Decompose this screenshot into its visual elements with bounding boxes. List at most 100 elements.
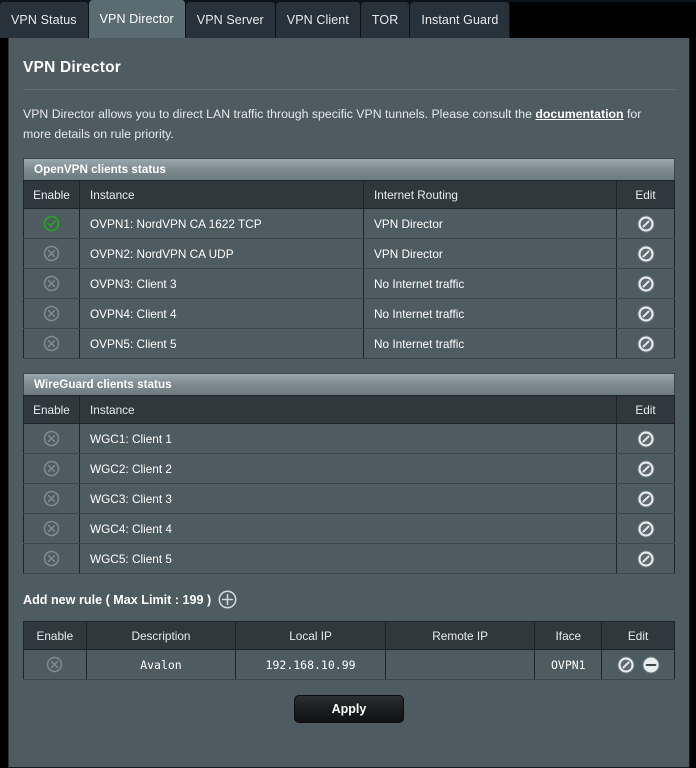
edit-pencil-icon[interactable] <box>617 656 635 674</box>
enable-toggle-cell[interactable] <box>23 483 80 514</box>
tab-label: VPN Client <box>286 13 349 27</box>
edit-pencil-icon[interactable] <box>637 275 655 293</box>
tab-label: VPN Server <box>196 13 264 27</box>
edit-cell[interactable] <box>616 238 675 269</box>
column-header-edit: Edit <box>616 180 675 209</box>
enable-toggle-cell[interactable] <box>23 649 87 680</box>
tab-vpn-client[interactable]: VPN Client <box>275 2 361 38</box>
x-circle-icon[interactable] <box>43 245 60 262</box>
x-circle-icon[interactable] <box>43 460 60 477</box>
plus-circle-icon[interactable] <box>218 590 237 609</box>
column-header-iface: Iface <box>534 621 603 650</box>
iface-cell: OVPN1 <box>534 649 603 680</box>
edit-pencil-icon[interactable] <box>637 490 655 508</box>
table-row: WGC3: Client 3 <box>23 483 675 514</box>
check-circle-icon[interactable] <box>43 215 60 232</box>
x-circle-icon[interactable] <box>46 656 63 673</box>
tab-vpn-director[interactable]: VPN Director <box>88 0 186 38</box>
rules-table-body: Avalon 192.168.10.99 OVPN1 <box>23 649 675 680</box>
edit-cell[interactable] <box>616 453 675 484</box>
openvpn-table-body: OVPN1: NordVPN CA 1622 TCP VPN Director OV… <box>23 208 675 359</box>
table-header-row: Enable Instance Internet Routing Edit <box>23 180 675 209</box>
wireguard-table: Enable Instance Edit WGC1: Client 1 WGC2:… <box>23 395 675 574</box>
edit-cell[interactable] <box>616 208 675 239</box>
tab-bar: VPN Status VPN Director VPN Server VPN C… <box>0 0 696 38</box>
add-new-rule-label: Add new rule ( Max Limit : 199 ) <box>23 592 212 607</box>
tab-vpn-server[interactable]: VPN Server <box>185 2 276 38</box>
edit-cell[interactable] <box>616 513 675 544</box>
openvpn-table: Enable Instance Internet Routing Edit OV… <box>23 180 675 359</box>
column-header-edit: Edit <box>616 395 675 424</box>
edit-pencil-icon[interactable] <box>637 335 655 353</box>
edit-pencil-icon[interactable] <box>637 550 655 568</box>
x-circle-icon[interactable] <box>43 335 60 352</box>
instance-cell: WGC5: Client 5 <box>79 543 617 574</box>
edit-cell[interactable] <box>616 268 675 299</box>
rules-table: Enable Description Local IP Remote IP If… <box>23 621 675 680</box>
wireguard-table-body: WGC1: Client 1 WGC2: Client 2 WGC3: Client… <box>23 423 675 574</box>
internet-routing-cell: No Internet traffic <box>363 298 617 329</box>
tab-label: VPN Director <box>99 12 174 26</box>
apply-button[interactable]: Apply <box>294 695 404 723</box>
apply-button-row: Apply <box>23 680 675 723</box>
tab-vpn-status[interactable]: VPN Status <box>0 2 89 38</box>
x-circle-icon[interactable] <box>43 430 60 447</box>
edit-pencil-icon[interactable] <box>637 460 655 478</box>
column-header-description: Description <box>85 621 237 650</box>
column-header-remote-ip: Remote IP <box>384 621 536 650</box>
instance-cell: OVPN4: Client 4 <box>79 298 364 329</box>
enable-toggle-cell[interactable] <box>23 543 80 574</box>
table-row: WGC5: Client 5 <box>23 543 675 574</box>
enable-toggle-cell[interactable] <box>23 298 80 329</box>
table-row: WGC1: Client 1 <box>23 423 675 454</box>
enable-toggle-cell[interactable] <box>23 513 80 544</box>
add-new-rule-row: Add new rule ( Max Limit : 199 ) <box>23 574 675 621</box>
enable-toggle-cell[interactable] <box>23 328 80 359</box>
x-circle-icon[interactable] <box>43 550 60 567</box>
edit-pencil-icon[interactable] <box>637 520 655 538</box>
title-divider <box>23 89 675 90</box>
column-header-enable: Enable <box>23 180 80 209</box>
remote-ip-cell <box>384 649 536 680</box>
instance-cell: WGC1: Client 1 <box>79 423 617 454</box>
edit-pencil-icon[interactable] <box>637 245 655 263</box>
enable-toggle-cell[interactable] <box>23 268 80 299</box>
enable-toggle-cell[interactable] <box>23 453 80 484</box>
tab-bar-filler <box>510 2 696 38</box>
local-ip-cell: 192.168.10.99 <box>235 649 386 680</box>
minus-circle-icon[interactable] <box>642 656 660 674</box>
instance-cell: WGC4: Client 4 <box>79 513 617 544</box>
table-row: OVPN5: Client 5 No Internet traffic <box>23 328 675 359</box>
page-description: VPN Director allows you to direct LAN tr… <box>23 104 675 158</box>
table-header-row: Enable Description Local IP Remote IP If… <box>23 621 675 650</box>
enable-toggle-cell[interactable] <box>23 238 80 269</box>
x-circle-icon[interactable] <box>43 520 60 537</box>
edit-cell[interactable] <box>616 298 675 329</box>
table-header-row: Enable Instance Edit <box>23 395 675 424</box>
edit-cell[interactable] <box>601 649 675 680</box>
tab-instant-guard[interactable]: Instant Guard <box>410 2 511 38</box>
edit-cell[interactable] <box>616 543 675 574</box>
edit-cell[interactable] <box>616 423 675 454</box>
edit-pencil-icon[interactable] <box>637 215 655 233</box>
wireguard-section-header: WireGuard clients status <box>23 373 675 395</box>
x-circle-icon[interactable] <box>43 305 60 322</box>
edit-cell[interactable] <box>616 328 675 359</box>
table-row: OVPN3: Client 3 No Internet traffic <box>23 268 675 299</box>
description-text-before: VPN Director allows you to direct LAN tr… <box>23 107 536 121</box>
instance-cell: WGC2: Client 2 <box>79 453 617 484</box>
column-header-enable: Enable <box>23 621 87 650</box>
tab-tor[interactable]: TOR <box>360 2 411 38</box>
x-circle-icon[interactable] <box>43 275 60 292</box>
table-row: OVPN4: Client 4 No Internet traffic <box>23 298 675 329</box>
edit-pencil-icon[interactable] <box>637 305 655 323</box>
edit-pencil-icon[interactable] <box>637 430 655 448</box>
edit-cell[interactable] <box>616 483 675 514</box>
internet-routing-cell: VPN Director <box>363 238 617 269</box>
enable-toggle-cell[interactable] <box>23 208 80 239</box>
table-row: WGC4: Client 4 <box>23 513 675 544</box>
column-header-internet-routing: Internet Routing <box>363 180 617 209</box>
x-circle-icon[interactable] <box>43 490 60 507</box>
enable-toggle-cell[interactable] <box>23 423 80 454</box>
documentation-link[interactable]: documentation <box>535 107 623 121</box>
